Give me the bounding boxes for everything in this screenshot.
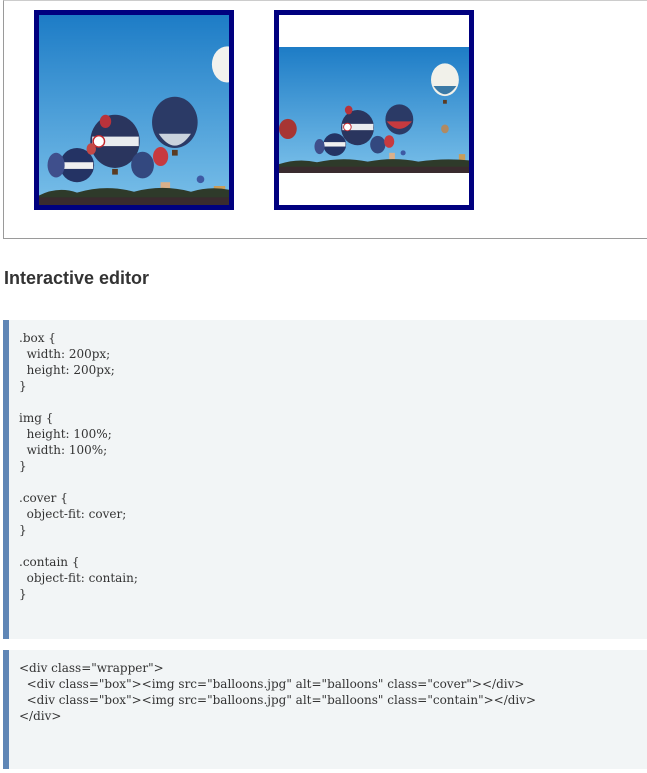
css-code-line[interactable]: .contain { xyxy=(19,554,647,570)
section-heading: Interactive editor xyxy=(4,268,150,288)
html-editor[interactable]: <div class="wrapper"> <div class="box"><… xyxy=(3,650,647,769)
css-code-line[interactable] xyxy=(19,394,647,410)
css-code-line[interactable]: height: 100%; xyxy=(19,426,647,442)
box-cover xyxy=(34,10,234,210)
css-code-line[interactable]: .cover { xyxy=(19,490,647,506)
css-code-line[interactable]: height: 200px; xyxy=(19,362,647,378)
css-code-line[interactable]: width: 200px; xyxy=(19,346,647,362)
css-code-line[interactable] xyxy=(19,538,647,554)
css-code-line[interactable]: width: 100%; xyxy=(19,442,647,458)
css-editor[interactable]: .box { width: 200px; height: 200px; } im… xyxy=(3,320,647,639)
html-code-line[interactable]: </div> xyxy=(19,708,647,724)
html-code-line[interactable]: <div class="box"><img src="balloons.jpg"… xyxy=(19,676,647,692)
css-code-line[interactable]: object-fit: contain; xyxy=(19,570,647,586)
balloons-image-contain xyxy=(279,47,469,173)
html-code-line[interactable]: <div class="box"><img src="balloons.jpg"… xyxy=(19,692,647,708)
css-code-line[interactable] xyxy=(19,474,647,490)
output-preview xyxy=(3,0,647,239)
balloons-image-cover xyxy=(39,15,229,205)
css-code-line[interactable]: } xyxy=(19,522,647,538)
html-code-line[interactable]: <div class="wrapper"> xyxy=(19,660,647,676)
css-code-line[interactable]: object-fit: cover; xyxy=(19,506,647,522)
css-code-line[interactable]: } xyxy=(19,586,647,602)
box-contain xyxy=(274,10,474,210)
css-code-line[interactable]: } xyxy=(19,458,647,474)
css-code-line[interactable]: } xyxy=(19,378,647,394)
css-code-line[interactable]: .box { xyxy=(19,330,647,346)
css-code-line[interactable]: img { xyxy=(19,410,647,426)
